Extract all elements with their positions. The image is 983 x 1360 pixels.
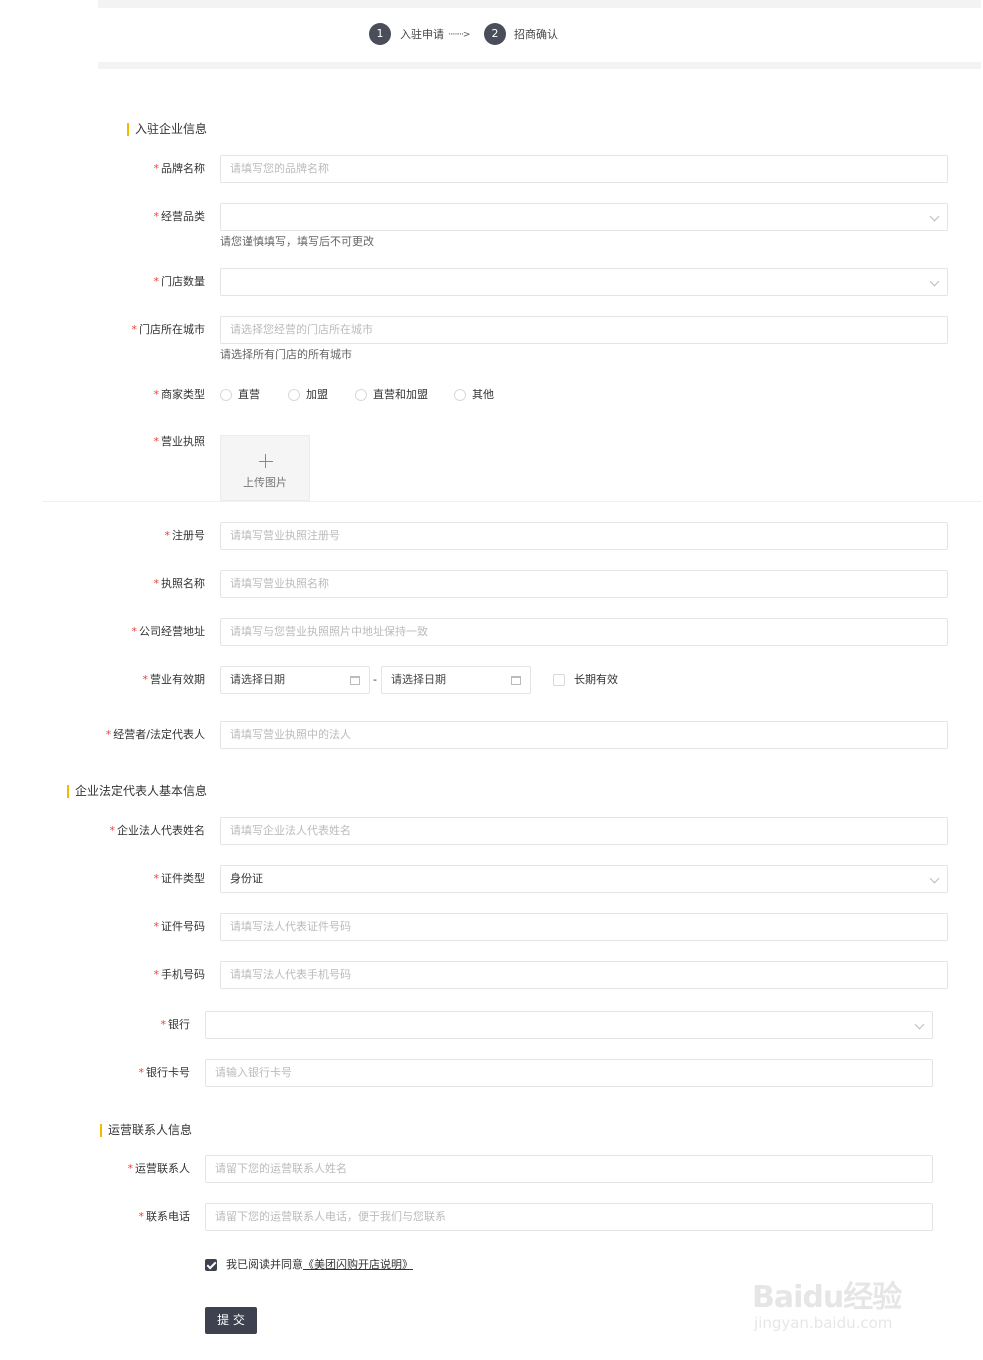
long-term-label: 长期有效 (574, 673, 618, 686)
category-hint: 请您谨慎填写，填写后不可更改 (220, 235, 374, 248)
license-name-label: * 执照名称 (153, 577, 206, 590)
step-arrow: ········> (448, 30, 470, 40)
reg-no-input[interactable]: 请填写营业执照注册号 (220, 522, 948, 550)
contact-name-label: * 运营联系人 (127, 1162, 191, 1175)
agreement-checkbox[interactable] (205, 1259, 217, 1271)
radio-direct[interactable] (220, 389, 232, 401)
step-2-number: 2 (484, 23, 506, 45)
store-city-input[interactable]: 请选择您经营的门店所在城市 (220, 316, 948, 344)
legal-name-label: * 企业法人代表姓名 (109, 824, 206, 837)
radio-both-label: 直营和加盟 (373, 388, 428, 401)
plus-icon (259, 461, 273, 462)
step-1-label: 入驻申请 (400, 28, 444, 41)
id-type-select[interactable]: 身份证 (220, 865, 948, 893)
license-upload-button[interactable]: 上传图片 (220, 435, 310, 501)
bank-select[interactable] (205, 1011, 933, 1039)
agreement-text: 我已阅读并同意《美团闪购开店说明》 (226, 1258, 413, 1271)
section-title-company: 入驻企业信息 (127, 123, 207, 136)
agreement-link[interactable]: 《美团闪购开店说明》 (303, 1258, 413, 1271)
bank-card-input[interactable]: 请输入银行卡号 (205, 1059, 933, 1087)
license-label: * 营业执照 (153, 435, 206, 448)
legal-name-input[interactable]: 请填写企业法人代表姓名 (220, 817, 948, 845)
contact-phone-input[interactable]: 请留下您的运营联系人电话，便于我们与您联系 (205, 1203, 933, 1231)
chevron-down-icon (929, 873, 940, 884)
operator-label: * 经营者/法定代表人 (105, 728, 205, 741)
radio-both[interactable] (355, 389, 367, 401)
plus-icon-vertical (265, 454, 266, 468)
header-top-strip (98, 0, 981, 8)
contact-phone-label: * 联系电话 (138, 1210, 191, 1223)
chevron-down-icon (929, 211, 940, 222)
watermark-url: jingyan.baidu.com (754, 1314, 893, 1332)
store-count-label: * 门店数量 (153, 275, 206, 288)
store-count-select[interactable] (220, 268, 948, 296)
step-bar: 1 入驻申请 ········> 2 招商确认 (98, 8, 981, 62)
radio-direct-label: 直营 (238, 388, 260, 401)
chevron-down-icon (914, 1019, 925, 1030)
address-label: * 公司经营地址 (131, 625, 206, 638)
category-select[interactable] (220, 203, 948, 231)
calendar-icon (511, 676, 521, 685)
store-city-label: * 门店所在城市 (131, 323, 206, 336)
calendar-icon (350, 676, 360, 685)
baidu-watermark-logo: Baidu经验 jingyan.baidu.com (752, 1250, 942, 1340)
divider (42, 501, 982, 502)
id-number-label: * 证件号码 (153, 920, 206, 933)
bank-card-label: * 银行卡号 (138, 1066, 191, 1079)
radio-franchise[interactable] (288, 389, 300, 401)
brand-name-input[interactable]: 请填写您的品牌名称 (220, 155, 948, 183)
reg-no-label: * 注册号 (164, 529, 206, 542)
watermark-brand: Baidu经验 (752, 1280, 902, 1315)
id-type-label: * 证件类型 (153, 872, 206, 885)
operator-input[interactable]: 请填写营业执照中的法人 (220, 721, 948, 749)
validity-label: * 营业有效期 (142, 673, 206, 686)
section-title-legal: 企业法定代表人基本信息 (67, 785, 207, 798)
long-term-checkbox[interactable] (553, 674, 565, 686)
step-1-number: 1 (369, 23, 391, 45)
chevron-down-icon (929, 276, 940, 287)
id-number-input[interactable]: 请填写法人代表证件号码 (220, 913, 948, 941)
contact-name-input[interactable]: 请留下您的运营联系人姓名 (205, 1155, 933, 1183)
phone-label: * 手机号码 (153, 968, 206, 981)
store-city-hint: 请选择所有门店的所有城市 (220, 348, 352, 361)
address-input[interactable]: 请填写与您营业执照照片中地址保持一致 (220, 618, 948, 646)
date-separator: - (373, 673, 377, 686)
section-title-contact: 运营联系人信息 (100, 1124, 192, 1137)
step-2-label: 招商确认 (514, 28, 558, 41)
upload-label: 上传图片 (243, 476, 287, 489)
submit-button[interactable]: 提 交 (205, 1307, 257, 1334)
radio-franchise-label: 加盟 (306, 388, 328, 401)
license-name-input[interactable]: 请填写营业执照名称 (220, 570, 948, 598)
bank-label: * 银行 (160, 1018, 191, 1031)
phone-input[interactable]: 请填写法人代表手机号码 (220, 961, 948, 989)
radio-other-label: 其他 (472, 388, 494, 401)
brand-name-label: * 品牌名称 (153, 162, 206, 175)
radio-other[interactable] (454, 389, 466, 401)
category-label: * 经营品类 (153, 210, 206, 223)
end-date-input[interactable]: 请选择日期 (381, 666, 531, 694)
header-bottom-strip (98, 62, 981, 69)
start-date-input[interactable]: 请选择日期 (220, 666, 370, 694)
merchant-type-label: * 商家类型 (153, 388, 206, 401)
